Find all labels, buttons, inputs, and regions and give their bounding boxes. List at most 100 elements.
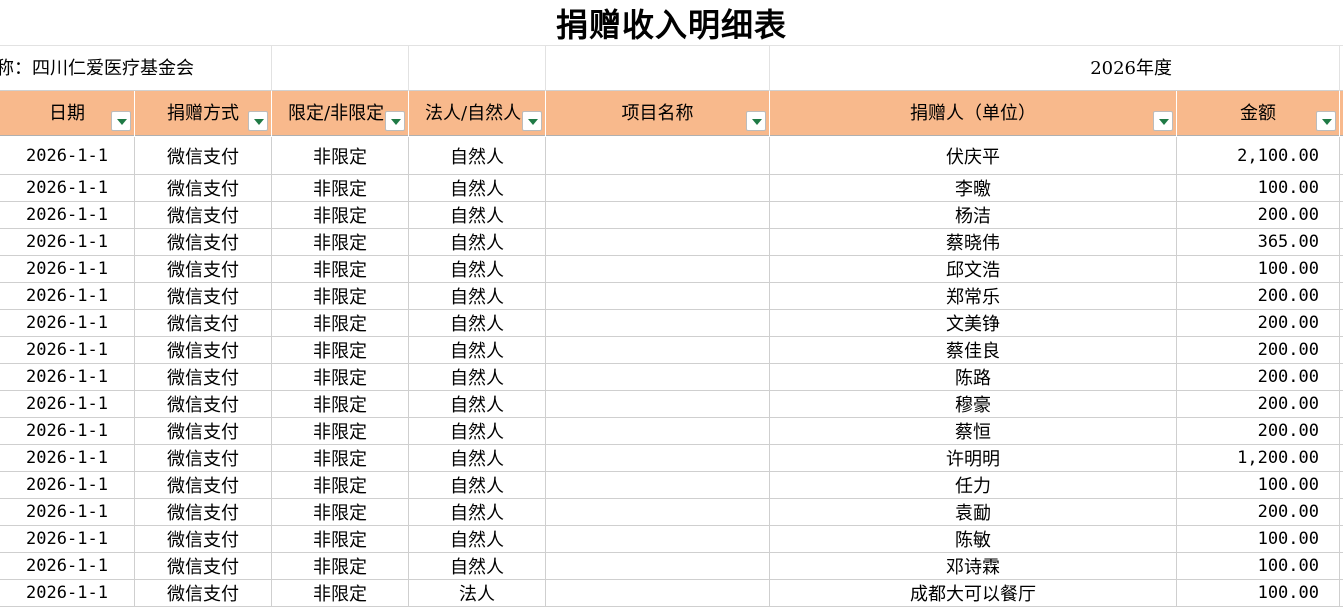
project-cell[interactable] bbox=[546, 175, 770, 201]
project-cell[interactable] bbox=[546, 283, 770, 309]
restriction-cell[interactable]: 非限定 bbox=[272, 137, 409, 174]
filter-dropdown-icon[interactable] bbox=[1316, 111, 1336, 131]
donor-cell[interactable]: 郑常乐 bbox=[770, 283, 1177, 309]
project-cell[interactable] bbox=[546, 472, 770, 498]
date-cell[interactable]: 2026-1-1 bbox=[0, 310, 135, 336]
donor-cell[interactable]: 邓诗霖 bbox=[770, 553, 1177, 579]
info-cell-empty[interactable] bbox=[546, 46, 770, 91]
donor-cell[interactable]: 陈敏 bbox=[770, 526, 1177, 552]
method-cell[interactable]: 微信支付 bbox=[135, 337, 272, 363]
date-cell[interactable]: 2026-1-1 bbox=[0, 175, 135, 201]
method-cell[interactable]: 微信支付 bbox=[135, 580, 272, 606]
donor-cell[interactable]: 袁勔 bbox=[770, 499, 1177, 525]
sheet-title[interactable]: 捐赠收入明细表 bbox=[0, 0, 1343, 46]
date-cell[interactable]: 2026-1-1 bbox=[0, 580, 135, 606]
donor-cell[interactable]: 伏庆平 bbox=[770, 137, 1177, 174]
donor-type-cell[interactable]: 自然人 bbox=[409, 391, 546, 417]
method-cell[interactable]: 微信支付 bbox=[135, 418, 272, 444]
donor-type-cell[interactable]: 自然人 bbox=[409, 526, 546, 552]
amount-cell[interactable]: 100.00 bbox=[1177, 580, 1340, 606]
restriction-cell[interactable]: 非限定 bbox=[272, 256, 409, 282]
info-cell-empty[interactable] bbox=[409, 46, 546, 91]
method-cell[interactable]: 微信支付 bbox=[135, 445, 272, 471]
restriction-cell[interactable]: 非限定 bbox=[272, 283, 409, 309]
restriction-cell[interactable]: 非限定 bbox=[272, 526, 409, 552]
amount-cell[interactable]: 200.00 bbox=[1177, 391, 1340, 417]
project-cell[interactable] bbox=[546, 418, 770, 444]
project-cell[interactable] bbox=[546, 364, 770, 390]
restriction-cell[interactable]: 非限定 bbox=[272, 337, 409, 363]
date-cell[interactable]: 2026-1-1 bbox=[0, 472, 135, 498]
filter-dropdown-icon[interactable] bbox=[248, 111, 268, 131]
method-cell[interactable]: 微信支付 bbox=[135, 202, 272, 228]
date-cell[interactable]: 2026-1-1 bbox=[0, 526, 135, 552]
donor-type-cell[interactable]: 自然人 bbox=[409, 202, 546, 228]
info-cell-empty[interactable] bbox=[272, 46, 409, 91]
date-cell[interactable]: 2026-1-1 bbox=[0, 137, 135, 174]
method-cell[interactable]: 微信支付 bbox=[135, 499, 272, 525]
donor-cell[interactable]: 李曒 bbox=[770, 175, 1177, 201]
method-cell[interactable]: 微信支付 bbox=[135, 175, 272, 201]
amount-cell[interactable]: 100.00 bbox=[1177, 553, 1340, 579]
donor-type-cell[interactable]: 自然人 bbox=[409, 445, 546, 471]
donor-cell[interactable]: 蔡晓伟 bbox=[770, 229, 1177, 255]
method-cell[interactable]: 微信支付 bbox=[135, 310, 272, 336]
restriction-cell[interactable]: 非限定 bbox=[272, 445, 409, 471]
donor-type-cell[interactable]: 自然人 bbox=[409, 310, 546, 336]
amount-cell[interactable]: 200.00 bbox=[1177, 418, 1340, 444]
restriction-cell[interactable]: 非限定 bbox=[272, 553, 409, 579]
date-cell[interactable]: 2026-1-1 bbox=[0, 445, 135, 471]
donor-type-cell[interactable]: 自然人 bbox=[409, 364, 546, 390]
donor-type-cell[interactable]: 自然人 bbox=[409, 283, 546, 309]
project-cell[interactable] bbox=[546, 202, 770, 228]
date-cell[interactable]: 2026-1-1 bbox=[0, 256, 135, 282]
date-cell[interactable]: 2026-1-1 bbox=[0, 553, 135, 579]
donor-cell[interactable]: 任力 bbox=[770, 472, 1177, 498]
donor-type-cell[interactable]: 自然人 bbox=[409, 137, 546, 174]
date-cell[interactable]: 2026-1-1 bbox=[0, 364, 135, 390]
restriction-cell[interactable]: 非限定 bbox=[272, 472, 409, 498]
amount-cell[interactable]: 100.00 bbox=[1177, 526, 1340, 552]
donor-type-cell[interactable]: 自然人 bbox=[409, 256, 546, 282]
amount-cell[interactable]: 200.00 bbox=[1177, 499, 1340, 525]
restriction-cell[interactable]: 非限定 bbox=[272, 391, 409, 417]
restriction-cell[interactable]: 非限定 bbox=[272, 310, 409, 336]
filter-dropdown-icon[interactable] bbox=[522, 111, 542, 131]
filter-dropdown-icon[interactable] bbox=[746, 111, 766, 131]
restriction-cell[interactable]: 非限定 bbox=[272, 364, 409, 390]
amount-cell[interactable]: 100.00 bbox=[1177, 472, 1340, 498]
donor-type-cell[interactable]: 自然人 bbox=[409, 337, 546, 363]
donor-type-cell[interactable]: 自然人 bbox=[409, 499, 546, 525]
date-cell[interactable]: 2026-1-1 bbox=[0, 229, 135, 255]
restriction-cell[interactable]: 非限定 bbox=[272, 175, 409, 201]
amount-cell[interactable]: 200.00 bbox=[1177, 202, 1340, 228]
amount-cell[interactable]: 100.00 bbox=[1177, 256, 1340, 282]
method-cell[interactable]: 微信支付 bbox=[135, 283, 272, 309]
column-header-donor-type[interactable]: 法人/自然人 bbox=[409, 91, 546, 136]
date-cell[interactable]: 2026-1-1 bbox=[0, 391, 135, 417]
amount-cell[interactable]: 200.00 bbox=[1177, 364, 1340, 390]
project-cell[interactable] bbox=[546, 580, 770, 606]
restriction-cell[interactable]: 非限定 bbox=[272, 229, 409, 255]
donor-cell[interactable]: 成都大可以餐厅 bbox=[770, 580, 1177, 606]
project-cell[interactable] bbox=[546, 445, 770, 471]
method-cell[interactable]: 微信支付 bbox=[135, 137, 272, 174]
restriction-cell[interactable]: 非限定 bbox=[272, 418, 409, 444]
donor-cell[interactable]: 杨洁 bbox=[770, 202, 1177, 228]
project-cell[interactable] bbox=[546, 337, 770, 363]
donor-type-cell[interactable]: 法人 bbox=[409, 580, 546, 606]
method-cell[interactable]: 微信支付 bbox=[135, 364, 272, 390]
column-header-restriction[interactable]: 限定/非限定 bbox=[272, 91, 409, 136]
column-header-donor[interactable]: 捐赠人（单位） bbox=[770, 91, 1177, 136]
info-cell-org[interactable]: 称：四川仁爱医疗基金会 bbox=[0, 46, 272, 91]
donor-type-cell[interactable]: 自然人 bbox=[409, 418, 546, 444]
filter-dropdown-icon[interactable] bbox=[111, 111, 131, 131]
project-cell[interactable] bbox=[546, 256, 770, 282]
method-cell[interactable]: 微信支付 bbox=[135, 391, 272, 417]
restriction-cell[interactable]: 非限定 bbox=[272, 499, 409, 525]
donor-cell[interactable]: 蔡恒 bbox=[770, 418, 1177, 444]
filter-dropdown-icon[interactable] bbox=[1153, 111, 1173, 131]
restriction-cell[interactable]: 非限定 bbox=[272, 580, 409, 606]
donor-type-cell[interactable]: 自然人 bbox=[409, 229, 546, 255]
filter-dropdown-icon[interactable] bbox=[385, 111, 405, 131]
